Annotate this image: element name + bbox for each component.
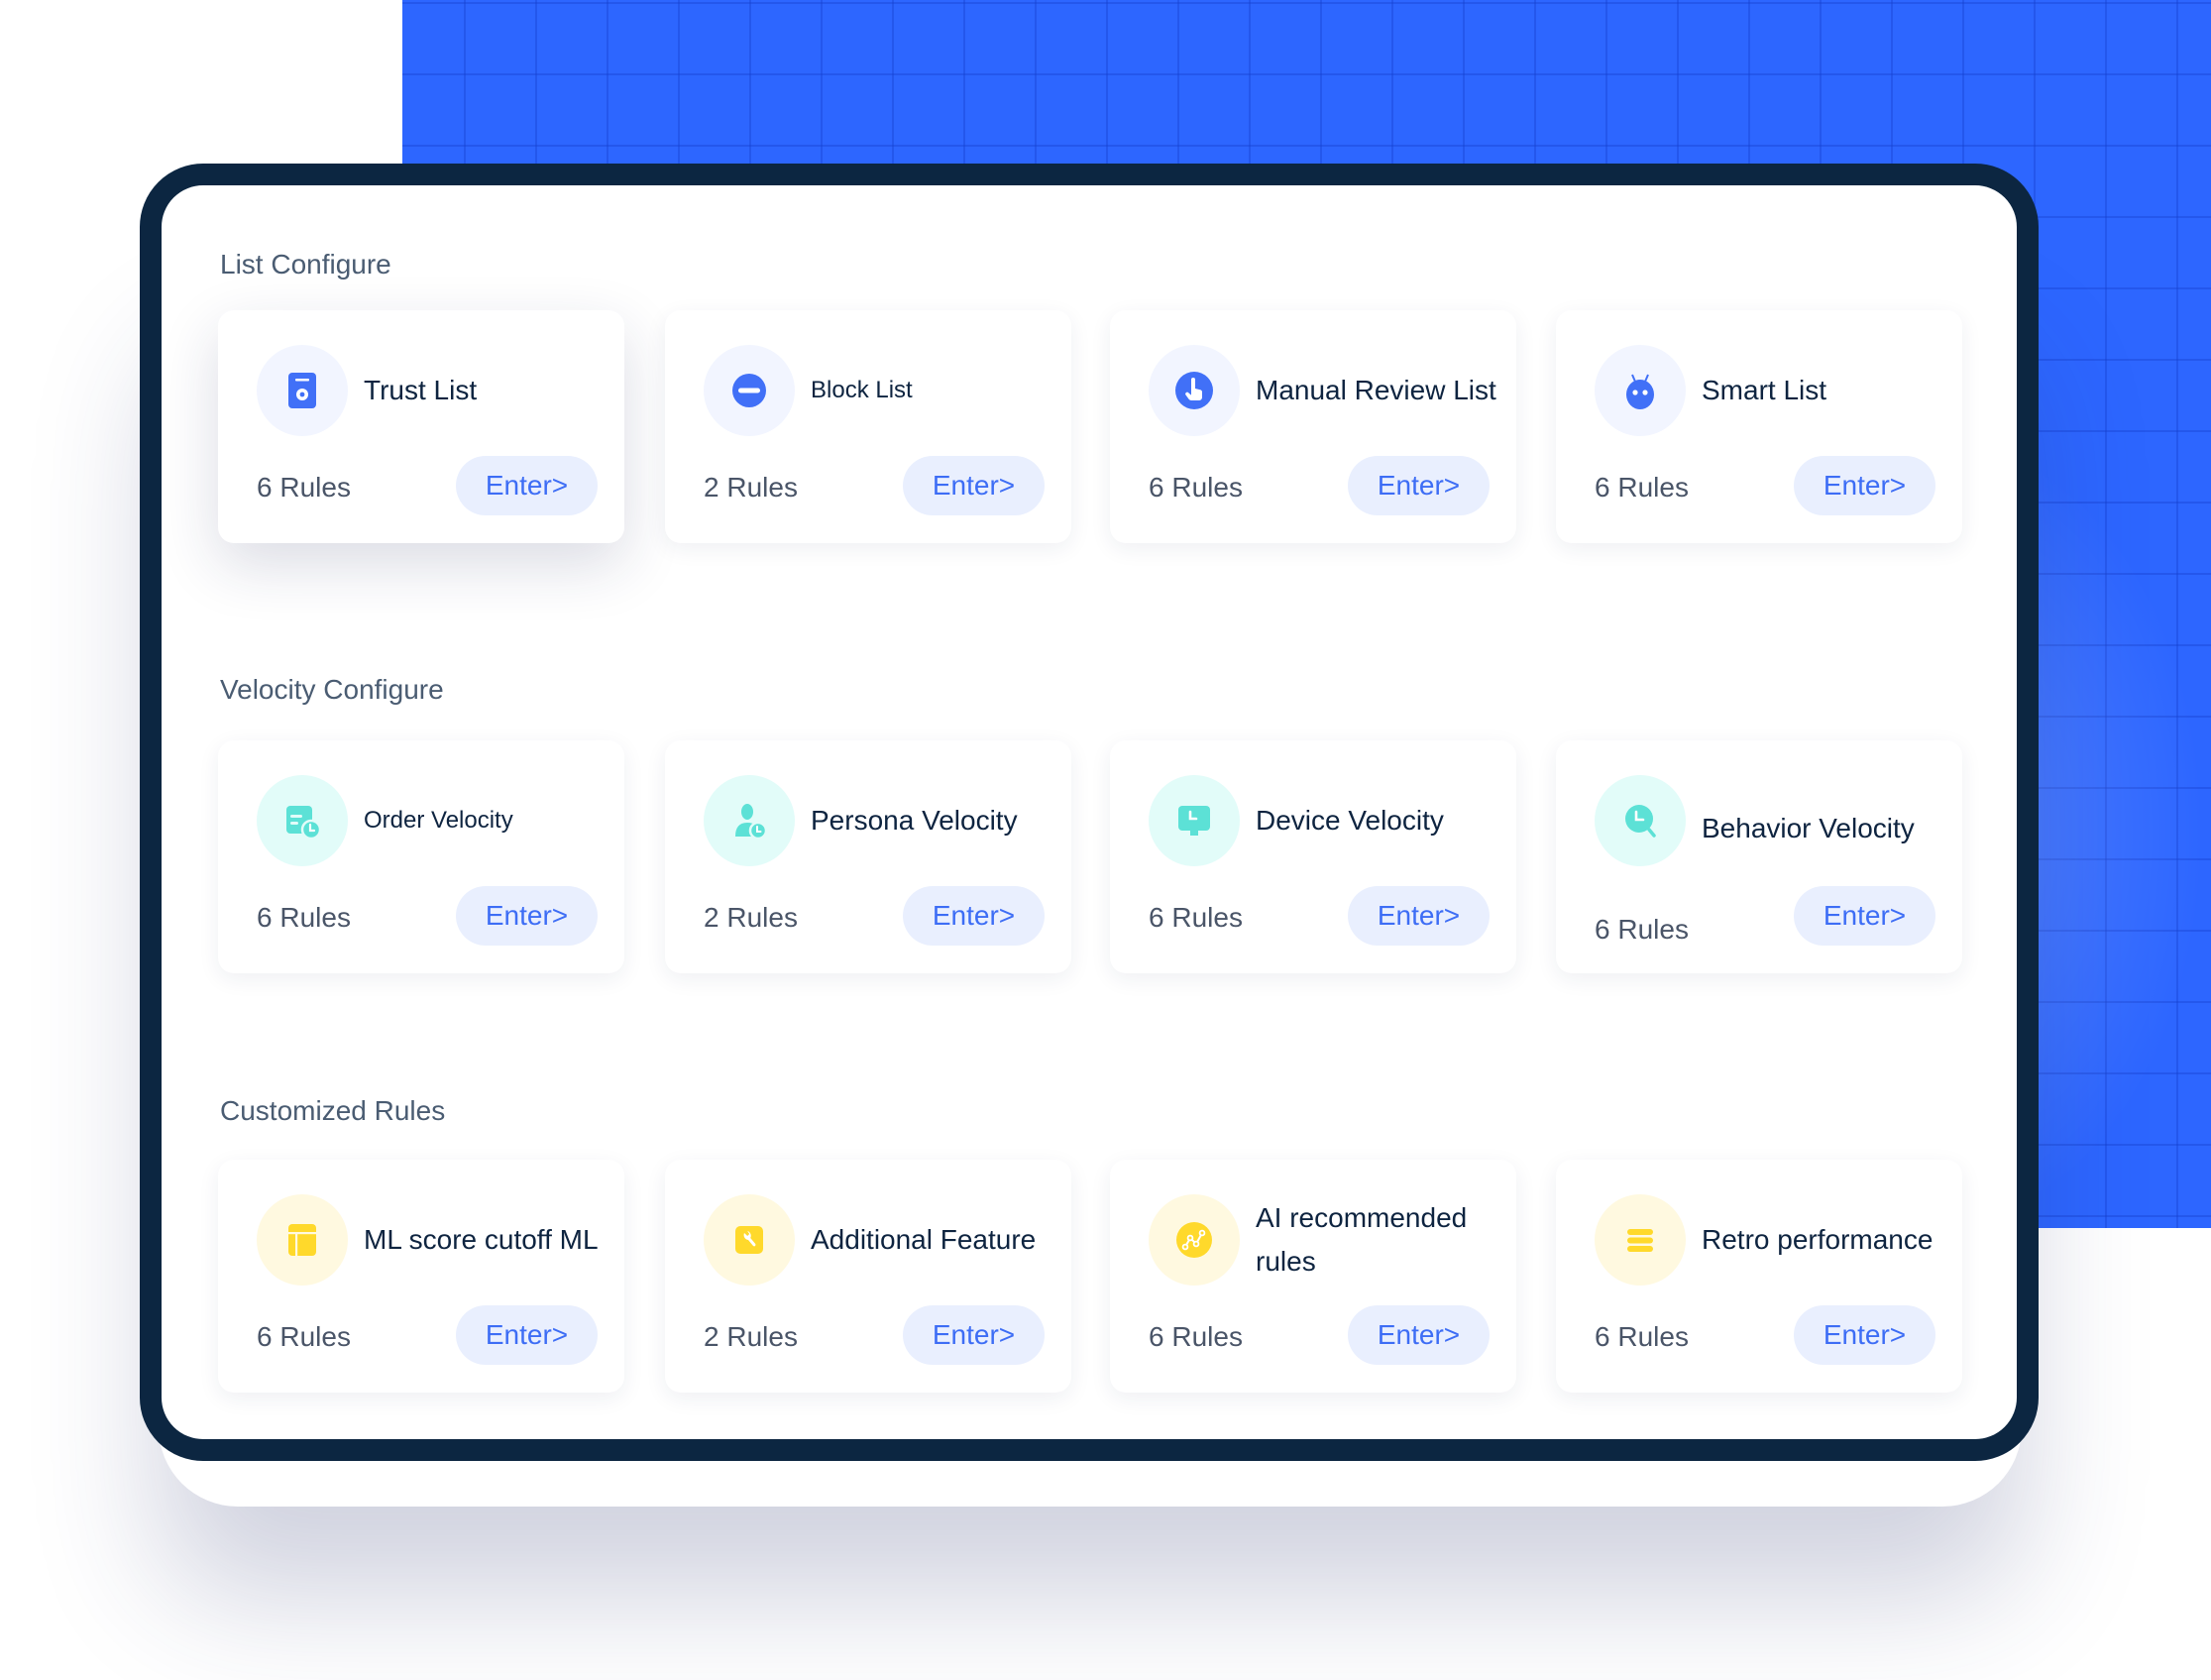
card-title: Block List <box>811 377 913 403</box>
card-title: ML score cutoff ML <box>364 1224 599 1255</box>
rules-count: 2 Rules <box>704 472 798 503</box>
icon-badge <box>1149 345 1240 436</box>
order-clock-icon <box>286 806 322 840</box>
minus-circle-icon <box>732 374 766 407</box>
user-clock-icon <box>735 804 768 840</box>
card-title: Manual Review List <box>1256 375 1496 405</box>
card-title: Additional Feature <box>811 1224 1037 1255</box>
card-additional-feature[interactable]: Additional Feature 2 Rules Enter> <box>665 1160 1071 1393</box>
rules-dashboard: List Configure Trust List 6 Rules Enter> <box>162 185 2017 1439</box>
badge-gear-icon <box>288 373 316 408</box>
robot-icon <box>1626 374 1654 409</box>
card-title: Device Velocity <box>1256 805 1444 836</box>
icon-badge <box>704 775 795 866</box>
rules-count: 6 Rules <box>1595 1321 1689 1352</box>
card-behavior-velocity[interactable]: Behavior Velocity 6 Rules Enter> <box>1556 740 1962 973</box>
icon-badge <box>1149 1194 1240 1286</box>
enter-button[interactable]: Enter> <box>456 456 598 515</box>
icon-badge <box>257 775 348 866</box>
rules-count: 6 Rules <box>1149 472 1243 503</box>
card-title: Order Velocity <box>364 807 513 834</box>
icon-badge <box>257 345 348 436</box>
icon-badge <box>1149 775 1240 866</box>
rules-count: 2 Rules <box>704 902 798 933</box>
card-ai-recommended-rules[interactable]: AI recommended rules 6 Rules Enter> <box>1110 1160 1516 1393</box>
card-block-list[interactable]: Block List 2 Rules Enter> <box>665 310 1071 543</box>
section-title-list-configure: List Configure <box>220 249 391 280</box>
icon-badge <box>257 1194 348 1286</box>
card-device-velocity[interactable]: Device Velocity 6 Rules Enter> <box>1110 740 1516 973</box>
rules-count: 2 Rules <box>704 1321 798 1352</box>
icon-badge <box>704 345 795 436</box>
card-title: Smart List <box>1702 375 1827 405</box>
rules-count: 6 Rules <box>1595 914 1689 945</box>
enter-button[interactable]: Enter> <box>456 1305 598 1365</box>
card-order-velocity[interactable]: Order Velocity 6 Rules Enter> <box>218 740 624 973</box>
icon-badge <box>1595 345 1686 436</box>
enter-button[interactable]: Enter> <box>1348 456 1490 515</box>
rules-count: 6 Rules <box>257 472 351 503</box>
enter-button[interactable]: Enter> <box>903 886 1045 946</box>
card-retro-performance[interactable]: Retro performance 6 Rules Enter> <box>1556 1160 1962 1393</box>
card-title: Behavior Velocity <box>1702 813 1915 843</box>
card-title: Trust List <box>364 375 478 405</box>
clock-search-icon <box>1625 805 1656 838</box>
rules-count: 6 Rules <box>1149 902 1243 933</box>
enter-button[interactable]: Enter> <box>456 886 598 946</box>
card-persona-velocity[interactable]: Persona Velocity 2 Rules Enter> <box>665 740 1071 973</box>
wrench-icon <box>735 1226 763 1254</box>
line-chart-icon <box>1176 1222 1212 1258</box>
monitor-clock-icon <box>1178 806 1210 836</box>
rules-count: 6 Rules <box>1149 1321 1243 1352</box>
enter-button[interactable]: Enter> <box>1794 456 1935 515</box>
enter-button[interactable]: Enter> <box>903 1305 1045 1365</box>
section-title-customized-rules: Customized Rules <box>220 1095 446 1126</box>
rules-count: 6 Rules <box>1595 472 1689 503</box>
icon-badge <box>1595 1194 1686 1286</box>
menu-lines-icon <box>1627 1229 1653 1252</box>
enter-button[interactable]: Enter> <box>1794 886 1935 946</box>
card-title: Persona Velocity <box>811 805 1018 836</box>
device-frame: List Configure Trust List 6 Rules Enter> <box>140 164 2039 1461</box>
card-trust-list[interactable]: Trust List 6 Rules Enter> <box>218 310 624 543</box>
hand-pointer-icon <box>1175 372 1213 409</box>
enter-button[interactable]: Enter> <box>1348 886 1490 946</box>
card-title: Retro performance <box>1702 1224 1934 1255</box>
layout-icon <box>288 1224 316 1256</box>
rules-count: 6 Rules <box>257 1321 351 1352</box>
card-manual-review-list[interactable]: Manual Review List 6 Rules Enter> <box>1110 310 1516 543</box>
enter-button[interactable]: Enter> <box>1794 1305 1935 1365</box>
enter-button[interactable]: Enter> <box>903 456 1045 515</box>
icon-badge <box>1595 775 1686 866</box>
card-ml-score-cutoff[interactable]: ML score cutoff ML 6 Rules Enter> <box>218 1160 624 1393</box>
rules-count: 6 Rules <box>257 902 351 933</box>
enter-button[interactable]: Enter> <box>1348 1305 1490 1365</box>
section-title-velocity-configure: Velocity Configure <box>220 674 444 705</box>
card-title: AI recommended rules <box>1256 1202 1468 1277</box>
card-smart-list[interactable]: Smart List 6 Rules Enter> <box>1556 310 1962 543</box>
icon-badge <box>704 1194 795 1286</box>
